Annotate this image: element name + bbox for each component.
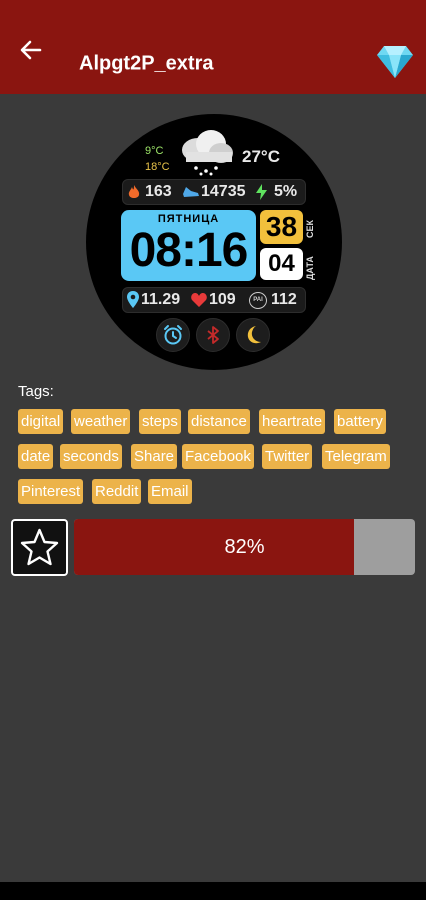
tag-email[interactable]: Email xyxy=(148,479,192,504)
pai-icon: PAI xyxy=(249,292,267,309)
tag-pinterest[interactable]: Pinterest xyxy=(18,479,84,504)
stats-row-bottom: 11.29 109 PAI 112 xyxy=(122,287,306,313)
distance-value: 11.29 xyxy=(141,291,181,308)
temp-min: 9°C xyxy=(145,145,164,157)
steps-value: 14735 xyxy=(201,183,246,200)
rating-progress-bar: 82% xyxy=(74,519,415,575)
star-outline-icon xyxy=(20,528,59,566)
bluetooth-button[interactable] xyxy=(196,318,230,352)
tag-battery[interactable]: battery xyxy=(334,409,386,434)
flame-icon xyxy=(128,185,140,198)
date-display: 04 xyxy=(260,248,303,280)
tag-date[interactable]: date xyxy=(18,444,54,469)
stats-row-top: 163 14735 5% xyxy=(122,179,306,205)
favorite-button[interactable] xyxy=(11,519,68,576)
tag-telegram[interactable]: Telegram xyxy=(322,444,390,469)
watchface-preview: 9°C 18°C 27°C 163 14735 5% ПЯТНИЦА 08:16… xyxy=(86,114,342,370)
battery-value: 5% xyxy=(274,183,298,200)
moon-icon xyxy=(247,326,261,344)
pai-value: 112 xyxy=(271,291,297,308)
date-label: ДАТА xyxy=(305,256,315,280)
diamond-icon[interactable] xyxy=(376,44,414,80)
progress-text: 82% xyxy=(224,536,265,558)
bluetooth-icon xyxy=(207,326,219,344)
tags-label: Tags: xyxy=(18,383,54,400)
arrow-left-icon[interactable] xyxy=(18,37,44,63)
location-pin-icon xyxy=(127,291,139,308)
night-mode-button[interactable] xyxy=(236,318,270,352)
alarm-button[interactable] xyxy=(156,318,190,352)
tag-heartrate[interactable]: heartrate xyxy=(259,409,326,434)
system-nav-bar xyxy=(0,882,426,900)
tag-seconds[interactable]: seconds xyxy=(60,444,122,469)
tag-digital[interactable]: digital xyxy=(18,409,64,434)
temp-max: 18°C xyxy=(145,161,170,173)
shoe-icon xyxy=(183,187,199,197)
temp-current: 27°C xyxy=(242,147,280,166)
seconds-label: СЕК xyxy=(305,220,315,238)
tag-steps[interactable]: steps xyxy=(139,409,181,434)
tag-share[interactable]: Share xyxy=(131,444,178,469)
app-bar: Alpgt2P_extra xyxy=(0,0,426,94)
tag-facebook[interactable]: Facebook xyxy=(182,444,254,469)
tag-twitter[interactable]: Twitter xyxy=(262,444,313,469)
time-display: 08:16 xyxy=(129,224,249,277)
heart-rate-value: 109 xyxy=(209,291,236,308)
tag-reddit[interactable]: Reddit xyxy=(92,479,142,504)
calories-value: 163 xyxy=(145,183,172,200)
time-panel: ПЯТНИЦА 08:16 xyxy=(121,210,256,281)
tag-weather[interactable]: weather xyxy=(71,409,131,434)
page-title: Alpgt2P_extra xyxy=(79,52,214,75)
seconds-display: 38 xyxy=(260,210,303,244)
lightning-icon xyxy=(256,184,267,200)
heart-icon xyxy=(191,293,207,307)
tag-distance[interactable]: distance xyxy=(188,409,250,434)
alarm-clock-icon xyxy=(164,325,182,345)
cloud-snow-icon xyxy=(182,130,233,176)
